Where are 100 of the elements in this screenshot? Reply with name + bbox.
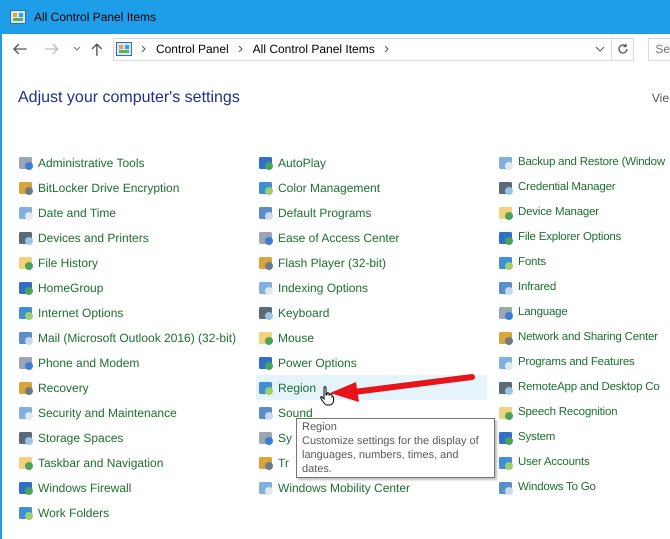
control-panel-item[interactable]: Flash Player (32-bit): [256, 252, 388, 272]
tile-icon: [498, 454, 514, 470]
tile-icon: [498, 204, 514, 220]
tile-icon: [18, 154, 34, 170]
chevron-icon[interactable]: [238, 45, 244, 53]
tile-icon: [498, 330, 514, 346]
tile-icon: [18, 354, 34, 370]
control-panel-item[interactable]: Power Options: [256, 352, 359, 372]
breadcrumb[interactable]: Control Panel: [156, 40, 229, 58]
control-panel-item[interactable]: Internet Options: [16, 302, 126, 322]
control-panel-item[interactable]: Keyboard: [256, 302, 332, 322]
control-panel-item[interactable]: Recovery: [16, 378, 91, 398]
control-panel-item[interactable]: Date and Time: [16, 202, 118, 222]
up-icon[interactable]: [91, 42, 103, 56]
control-panel-item[interactable]: Speech Recognition: [496, 402, 620, 422]
tile-icon: [18, 480, 34, 496]
control-panel-item[interactable]: AutoPlay: [256, 152, 328, 172]
control-panel-item[interactable]: RemoteApp and Desktop Co: [496, 378, 662, 398]
back-icon[interactable]: [12, 43, 28, 55]
tile-icon: [18, 304, 34, 320]
chevron-icon[interactable]: [384, 45, 390, 53]
tile-icon: [18, 330, 34, 346]
control-panel-icon: [116, 42, 132, 56]
tile-icon: [498, 480, 514, 496]
control-panel-item[interactable]: Windows To Go: [496, 478, 598, 498]
control-panel-item[interactable]: Programs and Features: [496, 352, 637, 372]
refresh-icon: [616, 43, 629, 55]
control-panel-item[interactable]: File History: [16, 252, 100, 272]
tile-icon: [258, 454, 274, 470]
page-heading: Adjust your computer's settings: [18, 88, 240, 108]
tile-icon: [18, 254, 34, 270]
address-bar[interactable]: Control Panel All Control Panel Items: [112, 38, 634, 60]
control-panel-item[interactable]: Fonts: [496, 252, 548, 272]
control-panel-item[interactable]: Devices and Printers: [16, 228, 151, 248]
control-panel-icon: [10, 10, 26, 24]
tile-icon: [258, 280, 274, 296]
tile-icon: [498, 230, 514, 246]
tile-icon: [498, 154, 514, 170]
hand-cursor-icon: [320, 386, 334, 406]
search-field[interactable]: Se: [648, 38, 670, 60]
tile-icon: [258, 430, 274, 446]
control-panel-item[interactable]: Sy: [256, 428, 294, 448]
tile-icon: [498, 430, 514, 446]
control-panel-item[interactable]: Infrared: [496, 278, 558, 298]
tile-icon: [498, 380, 514, 396]
breadcrumb[interactable]: All Control Panel Items: [252, 40, 375, 58]
tile-icon: [258, 354, 274, 370]
control-panel-item[interactable]: BitLocker Drive Encryption: [16, 178, 182, 198]
tile-icon: [258, 230, 274, 246]
tile-icon: [18, 404, 34, 420]
control-panel-item[interactable]: Network and Sharing Center: [496, 328, 660, 348]
tile-icon: [18, 454, 34, 470]
control-panel-item[interactable]: User Accounts: [496, 452, 592, 472]
control-panel-item[interactable]: Ease of Access Center: [256, 228, 402, 248]
control-panel-item[interactable]: Indexing Options: [256, 278, 370, 298]
control-panel-item[interactable]: Mouse: [256, 328, 316, 348]
tile-icon: [258, 254, 274, 270]
control-panel-item[interactable]: Storage Spaces: [16, 428, 126, 448]
tile-icon: [18, 504, 34, 520]
control-panel-item[interactable]: HomeGroup: [16, 278, 106, 298]
control-panel-item[interactable]: Credential Manager: [496, 178, 618, 198]
control-panel-item[interactable]: System: [496, 428, 558, 448]
tile-icon: [18, 230, 34, 246]
tile-icon: [258, 154, 274, 170]
control-panel-item[interactable]: Language: [496, 302, 570, 322]
tile-icon: [258, 330, 274, 346]
tile-icon: [18, 280, 34, 296]
tile-icon: [258, 404, 274, 420]
tile-icon: [498, 354, 514, 370]
control-panel-item[interactable]: Tr: [256, 452, 291, 472]
tile-icon: [498, 280, 514, 296]
control-panel-item[interactable]: Color Management: [256, 178, 382, 198]
tile-icon: [498, 304, 514, 320]
control-panel-item[interactable]: Sound: [256, 402, 315, 422]
tile-icon: [18, 180, 34, 196]
tile-icon: [258, 180, 274, 196]
dropdown-icon[interactable]: [73, 46, 82, 52]
dropdown-icon[interactable]: [595, 46, 606, 52]
tile-icon: [18, 380, 34, 396]
control-panel-item[interactable]: Administrative Tools: [16, 152, 146, 172]
view-by-link[interactable]: Vie: [652, 89, 670, 107]
chevron-icon[interactable]: [140, 45, 147, 53]
control-panel-item[interactable]: Work Folders: [16, 502, 112, 522]
control-panel-item[interactable]: Windows Firewall: [16, 478, 134, 498]
control-panel-item[interactable]: Mail (Microsoft Outlook 2016) (32-bit): [16, 328, 238, 348]
control-panel-item[interactable]: Backup and Restore (Window: [496, 152, 667, 172]
tile-icon: [498, 254, 514, 270]
control-panel-item[interactable]: Device Manager: [496, 202, 601, 222]
control-panel-item[interactable]: Security and Maintenance: [16, 402, 179, 422]
tile-icon: [18, 204, 34, 220]
tooltip-text: Customize settings for the display of languages, numbers, times, and dates.: [302, 434, 480, 476]
control-panel-item[interactable]: File Explorer Options: [496, 228, 624, 248]
window-title: All Control Panel Items: [34, 9, 156, 26]
tile-icon: [498, 404, 514, 420]
control-panel-item[interactable]: Windows Mobility Center: [256, 478, 412, 498]
control-panel-item[interactable]: Taskbar and Navigation: [16, 452, 166, 472]
control-panel-item[interactable]: Phone and Modem: [16, 352, 142, 372]
control-panel-item[interactable]: Default Programs: [256, 202, 374, 222]
tile-icon: [18, 430, 34, 446]
tooltip-title: Region: [302, 420, 338, 434]
